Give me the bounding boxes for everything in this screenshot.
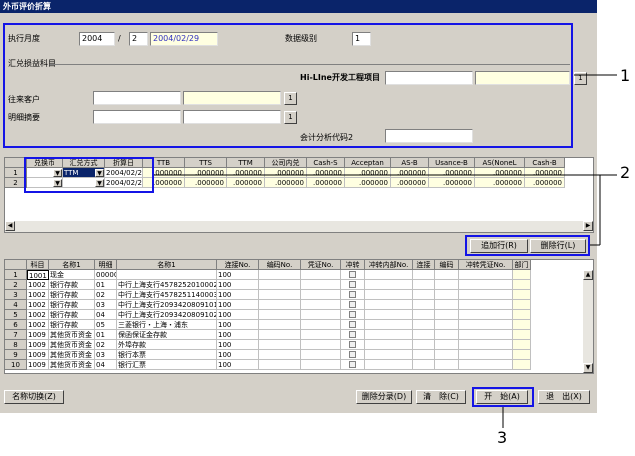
callout-2: 2 <box>620 163 631 182</box>
callout-1: 1 <box>620 66 631 85</box>
callout-3: 3 <box>497 428 508 447</box>
callout-lines <box>154 74 617 428</box>
